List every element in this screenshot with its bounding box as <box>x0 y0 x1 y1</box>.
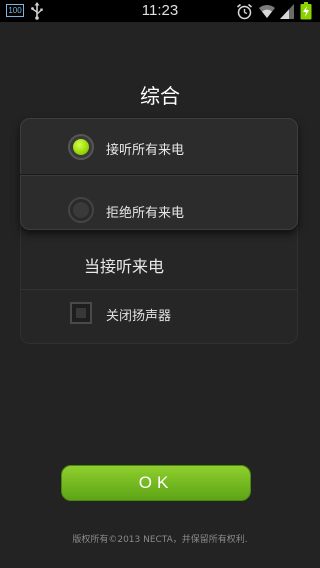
answer-all-label: 接听所有来电 <box>106 143 185 158</box>
radio-selected-icon[interactable] <box>68 134 94 160</box>
reject-all-label: 拒绝所有来电 <box>106 206 185 221</box>
wifi-icon <box>259 4 275 18</box>
answer-all-option[interactable]: 接听所有来电 <box>68 134 268 160</box>
popup-divider <box>20 174 298 176</box>
reject-all-option[interactable]: 拒绝所有来电 <box>68 197 268 223</box>
speaker-off-option[interactable]: 关闭扬声器 <box>70 302 270 326</box>
copyright-text: 版权所有©2013 NECTA，并保留所有权利. <box>72 535 248 545</box>
charging-battery-icon <box>300 2 312 20</box>
ok-button[interactable]: OK <box>61 465 251 501</box>
speaker-off-label: 关闭扬声器 <box>106 309 172 324</box>
status-bar: 100 11:23 <box>0 0 320 22</box>
answer-call-heading: 当接听来电 <box>84 257 165 276</box>
radio-unselected-icon[interactable] <box>68 197 94 223</box>
page-title: 综合 <box>140 84 180 108</box>
alarm-icon <box>236 3 253 20</box>
signal-icon <box>280 4 294 19</box>
divider <box>20 289 298 290</box>
screen: 100 11:23 综合 当接听来电 关闭扬声器 接听所有来电 拒绝所有来电 O… <box>0 0 320 568</box>
speaker-off-checkbox[interactable] <box>70 302 92 324</box>
